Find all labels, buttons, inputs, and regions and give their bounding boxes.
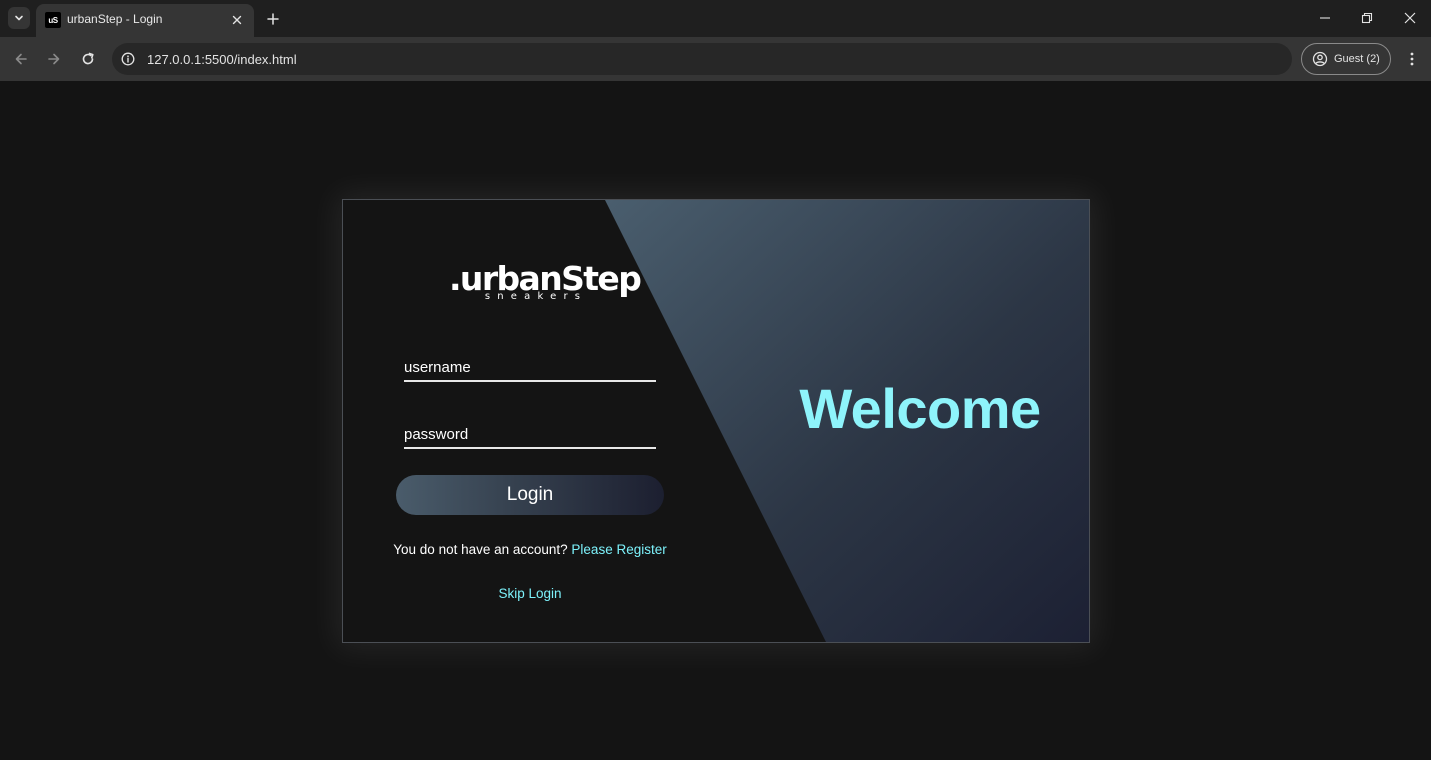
url-text: 127.0.0.1:5500/index.html <box>147 52 297 67</box>
restore-button[interactable] <box>1353 6 1381 30</box>
close-icon <box>1404 12 1416 24</box>
welcome-heading: Welcome <box>799 377 1041 440</box>
browser-tab-bar: uS urbanStep - Login <box>0 0 1431 37</box>
login-button[interactable]: Login <box>396 475 664 515</box>
register-prompt-line: You do not have an account? Please Regis… <box>343 542 717 557</box>
reload-icon <box>82 52 94 65</box>
register-prompt-text: You do not have an account? <box>393 542 572 557</box>
new-tab-button[interactable] <box>262 8 284 30</box>
register-link[interactable]: Please Register <box>571 542 666 557</box>
skip-login-link[interactable]: Skip Login <box>343 586 717 601</box>
login-card: .urbanStep sneakers Login You do not hav… <box>342 199 1090 643</box>
password-field <box>404 417 656 449</box>
username-input[interactable] <box>404 350 656 380</box>
profile-label: Guest (2) <box>1334 53 1380 65</box>
username-field <box>404 350 656 382</box>
close-window-button[interactable] <box>1396 6 1424 30</box>
reload-button[interactable] <box>76 47 100 71</box>
tab-search-button[interactable] <box>8 7 30 29</box>
profile-button[interactable]: Guest (2) <box>1301 43 1391 75</box>
info-icon <box>121 52 135 66</box>
more-vertical-icon <box>1410 52 1414 66</box>
forward-button[interactable] <box>42 47 66 71</box>
site-info-icon[interactable] <box>120 51 136 67</box>
address-bar[interactable]: 127.0.0.1:5500/index.html <box>112 43 1292 75</box>
back-button[interactable] <box>9 47 33 71</box>
restore-icon <box>1361 12 1373 24</box>
brand-logo: .urbanStep sneakers <box>449 261 642 303</box>
page-viewport: .urbanStep sneakers Login You do not hav… <box>0 81 1431 760</box>
site-favicon: uS <box>45 12 61 28</box>
arrow-left-icon <box>15 53 27 65</box>
password-input[interactable] <box>404 417 656 447</box>
browser-tab[interactable]: uS urbanStep - Login <box>36 4 254 37</box>
close-icon <box>232 15 242 25</box>
plus-icon <box>267 13 279 25</box>
minimize-button[interactable] <box>1311 6 1339 30</box>
account-icon <box>1312 51 1328 67</box>
tab-title: urbanStep - Login <box>67 12 163 26</box>
browser-menu-button[interactable] <box>1400 47 1424 71</box>
tab-close-button[interactable] <box>228 11 246 29</box>
browser-toolbar: 127.0.0.1:5500/index.html Guest (2) <box>0 37 1431 81</box>
minimize-icon <box>1320 17 1330 19</box>
chevron-down-icon <box>15 15 23 21</box>
arrow-right-icon <box>48 53 60 65</box>
